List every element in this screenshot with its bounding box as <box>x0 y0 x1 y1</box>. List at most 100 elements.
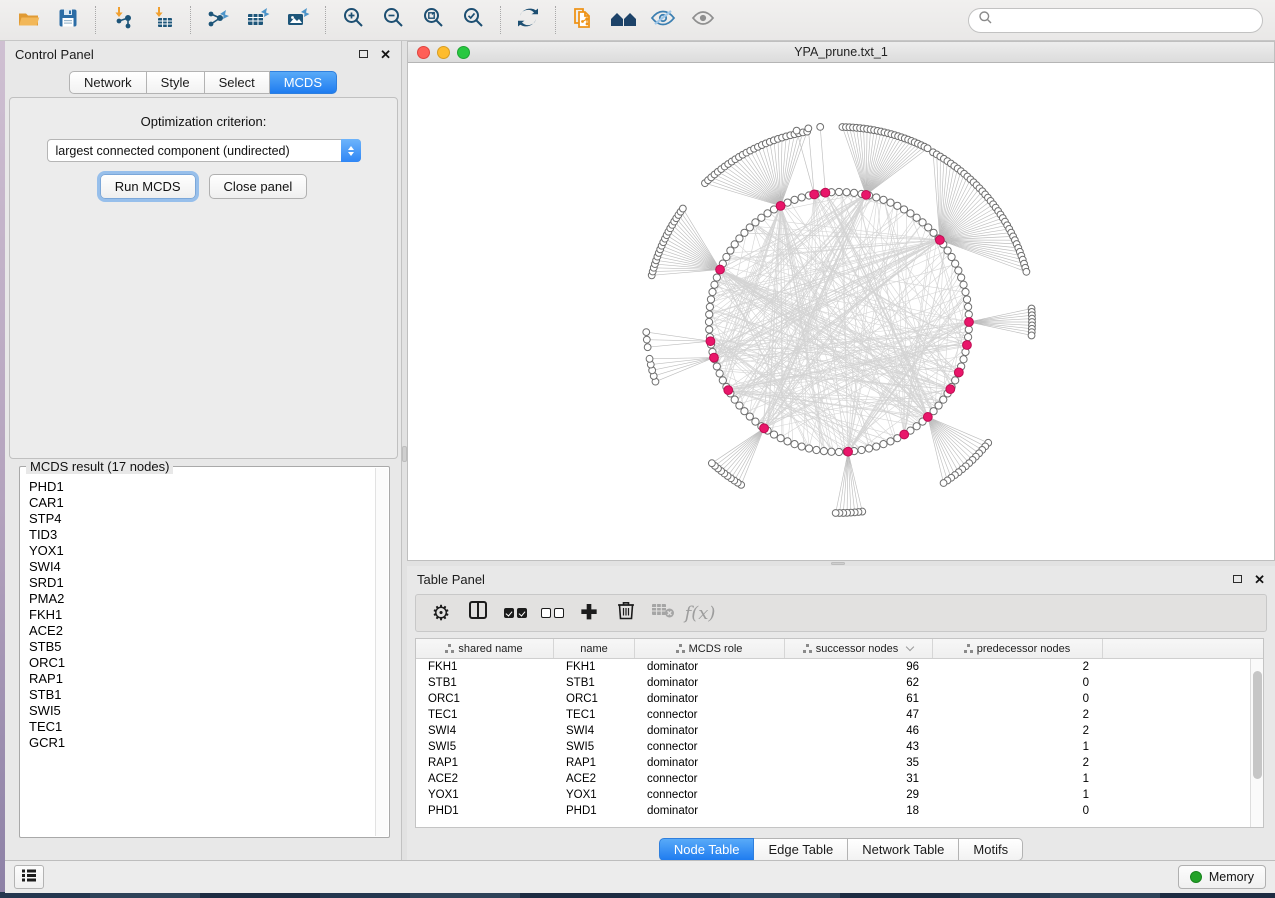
scrollbar-thumb[interactable] <box>1253 671 1262 779</box>
mcds-result-item[interactable]: CAR1 <box>29 495 375 511</box>
add-column-button[interactable]: ✚ <box>572 598 606 628</box>
search-input[interactable] <box>993 12 1253 28</box>
save-icon <box>57 7 79 34</box>
mcds-result-item[interactable]: GCR1 <box>29 735 375 751</box>
table-row[interactable]: ACE2ACE2connector311 <box>416 771 1263 787</box>
table-cell: SWI4 <box>554 725 635 737</box>
zoom-in-button[interactable] <box>335 4 371 36</box>
column-header[interactable]: shared name <box>416 639 554 658</box>
tab-motifs[interactable]: Motifs <box>959 838 1023 861</box>
mcds-result-item[interactable]: TEC1 <box>29 719 375 735</box>
tab-select[interactable]: Select <box>205 71 270 94</box>
mcds-result-item[interactable]: STP4 <box>29 511 375 527</box>
close-panel-icon[interactable]: ✕ <box>380 48 391 61</box>
float-panel-icon[interactable] <box>1233 575 1242 583</box>
float-panel-icon[interactable] <box>359 50 368 58</box>
table-row[interactable]: RAP1RAP1dominator352 <box>416 755 1263 771</box>
deselect-all-button[interactable] <box>535 598 569 628</box>
mcds-result-item[interactable]: RAP1 <box>29 671 375 687</box>
memory-button[interactable]: Memory <box>1178 865 1266 889</box>
tab-network[interactable]: Network <box>69 71 147 94</box>
table-settings-button[interactable]: ⚙ <box>424 598 458 628</box>
mcds-result-item[interactable]: FKH1 <box>29 607 375 623</box>
mcds-result-item[interactable]: STB5 <box>29 639 375 655</box>
show-task-history-button[interactable] <box>14 865 44 889</box>
import-table-button[interactable] <box>145 4 181 36</box>
table-row[interactable]: SWI4SWI4dominator462 <box>416 723 1263 739</box>
delete-column-button[interactable] <box>609 598 643 628</box>
mcds-list-scrollbar[interactable] <box>375 468 388 836</box>
control-panel: Control Panel ✕ Network Style Select MCD… <box>5 41 402 860</box>
column-header[interactable]: predecessor nodes <box>933 639 1103 658</box>
close-panel-icon[interactable]: ✕ <box>1254 573 1265 586</box>
table-row[interactable]: TEC1TEC1connector472 <box>416 707 1263 723</box>
table-cell: 61 <box>785 693 933 705</box>
show-columns-button[interactable] <box>461 598 495 628</box>
column-header[interactable]: successor nodes <box>785 639 933 658</box>
table-cell: 18 <box>785 805 933 817</box>
mcds-result-item[interactable]: PMA2 <box>29 591 375 607</box>
table-row[interactable]: YOX1YOX1connector291 <box>416 787 1263 803</box>
zoom-in-icon <box>342 6 365 34</box>
zoom-out-button[interactable] <box>375 4 411 36</box>
table-row[interactable]: SWI5SWI5connector431 <box>416 739 1263 755</box>
network-canvas[interactable] <box>408 63 1274 560</box>
select-all-button[interactable] <box>498 598 532 628</box>
control-panel-tabs: Network Style Select MCDS <box>5 71 401 94</box>
open-file-button[interactable] <box>10 4 46 36</box>
mcds-result-item[interactable]: SWI4 <box>29 559 375 575</box>
search-field[interactable] <box>968 8 1263 33</box>
tab-edge-table[interactable]: Edge Table <box>754 838 848 861</box>
import-network-icon <box>112 6 135 34</box>
apply-layout-button[interactable] <box>510 4 546 36</box>
network-window: YPA_prune.txt_1 <box>407 41 1275 561</box>
table-row[interactable]: STB1STB1dominator620 <box>416 675 1263 691</box>
show-all-button[interactable] <box>685 4 721 36</box>
tab-mcds[interactable]: MCDS <box>270 71 337 94</box>
mcds-result-item[interactable]: TID3 <box>29 527 375 543</box>
mcds-result-list[interactable]: PHD1CAR1STP4TID3YOX1SWI4SRD1PMA2FKH1ACE2… <box>21 471 375 836</box>
table-cell: 1 <box>933 741 1103 753</box>
table-row[interactable]: ORC1ORC1dominator610 <box>416 691 1263 707</box>
memory-status-icon <box>1190 871 1202 883</box>
zoom-selected-icon <box>462 6 485 34</box>
table-cell: connector <box>635 773 785 785</box>
close-panel-button[interactable]: Close panel <box>209 174 308 199</box>
mcds-result-item[interactable]: ORC1 <box>29 655 375 671</box>
import-network-button[interactable] <box>105 4 141 36</box>
function-builder-button[interactable]: f(x) <box>683 598 717 628</box>
search-icon <box>978 10 993 30</box>
export-network-icon <box>206 6 230 34</box>
network-titlebar[interactable]: YPA_prune.txt_1 <box>408 42 1274 63</box>
zoom-fit-button[interactable] <box>415 4 451 36</box>
hide-selected-button[interactable] <box>645 4 681 36</box>
mcds-result-item[interactable]: ACE2 <box>29 623 375 639</box>
save-session-button[interactable] <box>50 4 86 36</box>
export-table-button[interactable] <box>240 4 276 36</box>
mcds-result-item[interactable]: YOX1 <box>29 543 375 559</box>
table-row[interactable]: PHD1PHD1dominator180 <box>416 803 1263 819</box>
export-network-button[interactable] <box>200 4 236 36</box>
tab-network-table[interactable]: Network Table <box>848 838 959 861</box>
column-header[interactable]: MCDS role <box>635 639 785 658</box>
clone-network-button[interactable] <box>565 4 601 36</box>
sort-chevron-icon <box>906 643 914 651</box>
zoom-selected-button[interactable] <box>455 4 491 36</box>
export-image-button[interactable] <box>280 4 316 36</box>
table-panel-title: Table Panel <box>417 572 1233 587</box>
column-header[interactable]: name <box>554 639 635 658</box>
table-scrollbar[interactable] <box>1250 659 1263 827</box>
mcds-result-item[interactable]: SRD1 <box>29 575 375 591</box>
mcds-result-item[interactable]: SWI5 <box>29 703 375 719</box>
tab-node-table[interactable]: Node Table <box>659 838 755 861</box>
table-cell: PHD1 <box>416 805 554 817</box>
criterion-dropdown[interactable]: largest connected component (undirected) <box>47 139 361 162</box>
tab-style[interactable]: Style <box>147 71 205 94</box>
run-mcds-button[interactable]: Run MCDS <box>100 174 196 199</box>
first-neighbors-button[interactable] <box>605 4 641 36</box>
delete-table-button[interactable] <box>646 598 680 628</box>
table-row[interactable]: FKH1FKH1dominator962 <box>416 659 1263 675</box>
mcds-result-item[interactable]: STB1 <box>29 687 375 703</box>
splitter-grabber[interactable] <box>831 562 845 565</box>
mcds-result-item[interactable]: PHD1 <box>29 479 375 495</box>
